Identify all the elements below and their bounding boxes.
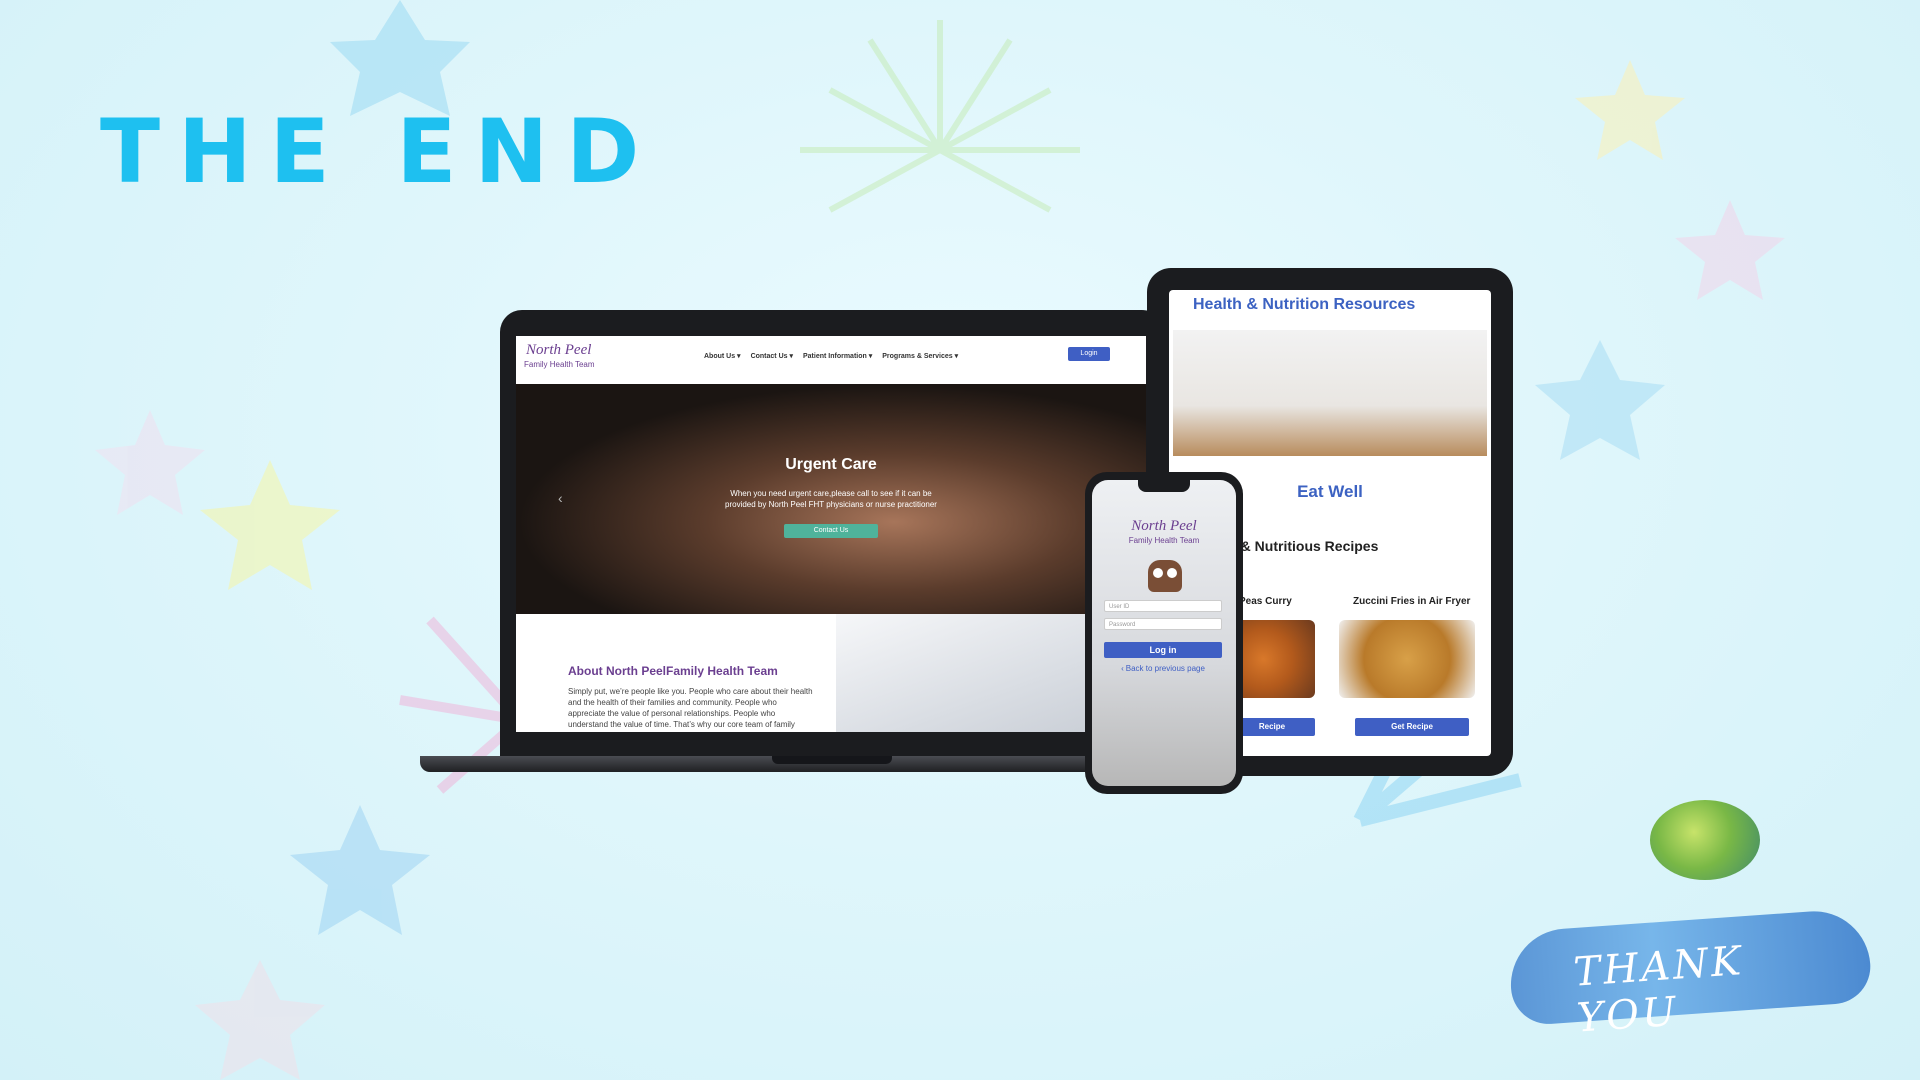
recipe-image-2 — [1339, 620, 1475, 698]
about-title: About North PeelFamily Health Team — [568, 664, 778, 678]
login-button[interactable]: Login — [1068, 347, 1110, 361]
recipe-title-2: Zuccini Fries in Air Fryer — [1353, 596, 1471, 607]
user-id-input[interactable]: User ID — [1104, 600, 1222, 612]
tablet-heading: Health & Nutrition Resources — [1193, 296, 1416, 313]
star-icon — [290, 805, 430, 935]
slide-title: THE END — [100, 100, 658, 203]
back-link-label: Back to previous page — [1125, 664, 1205, 673]
star-icon — [330, 0, 470, 116]
nav-programs-services[interactable]: Programs & Services ▾ — [882, 352, 958, 360]
nav-contact-us[interactable]: Contact Us ▾ — [751, 352, 793, 360]
phone-mockup: North Peel Family Health Team User ID Pa… — [1085, 472, 1243, 794]
hero-carousel: ‹ Urgent Care When you need urgent care,… — [516, 384, 1146, 614]
nav-about-us[interactable]: About Us ▾ — [704, 352, 741, 360]
site-logo-subtitle: Family Health Team — [524, 360, 595, 369]
chevron-left-icon: ‹ — [1121, 664, 1124, 673]
recipes-subheading: y & Nutritious Recipes — [1229, 538, 1379, 554]
star-icon — [1535, 340, 1665, 460]
star-icon — [195, 960, 325, 1080]
back-link[interactable]: ‹ Back to previous page — [1092, 664, 1236, 673]
contact-us-button[interactable]: Contact Us — [784, 524, 878, 538]
recipe-title-1: Peas Curry — [1239, 596, 1292, 607]
kitchen-image — [1173, 330, 1487, 456]
phone-login-button[interactable]: Log in — [1104, 642, 1222, 658]
site-logo[interactable]: North Peel — [526, 342, 591, 359]
laptop-screen: North Peel Family Health Team About Us ▾… — [516, 336, 1146, 732]
carousel-prev-icon[interactable]: ‹ — [558, 490, 563, 506]
password-input[interactable]: Password — [1104, 618, 1222, 630]
get-recipe-button[interactable]: Get Recipe — [1355, 718, 1469, 736]
bird-illustration — [1650, 800, 1760, 880]
phone-logo: North Peel — [1131, 518, 1197, 534]
laptop-notch — [772, 756, 892, 764]
site-navbar: North Peel Family Health Team About Us ▾… — [516, 336, 1146, 384]
about-section: About North PeelFamily Health Team Simpl… — [516, 614, 836, 732]
hero-title: Urgent Care — [785, 456, 877, 473]
nav-menu: About Us ▾ Contact Us ▾ Patient Informat… — [704, 352, 958, 360]
phone-screen: North Peel Family Health Team User ID Pa… — [1092, 480, 1236, 786]
hero-text: When you need urgent care,please call to… — [725, 489, 937, 509]
nav-patient-information[interactable]: Patient Information ▾ — [803, 352, 872, 360]
phone-logo-subtitle: Family Health Team — [1128, 536, 1200, 545]
owl-mascot-icon — [1148, 560, 1182, 592]
star-icon — [1575, 60, 1685, 160]
thank-you-text: THANK YOU — [1572, 937, 1746, 1042]
star-icon — [1675, 200, 1785, 300]
star-icon — [95, 410, 205, 515]
laptop-mockup: North Peel Family Health Team About Us ▾… — [500, 310, 1164, 756]
phone-notch — [1138, 480, 1190, 492]
star-icon — [200, 460, 340, 590]
about-text: Simply put, we’re people like you. Peopl… — [568, 687, 813, 729]
